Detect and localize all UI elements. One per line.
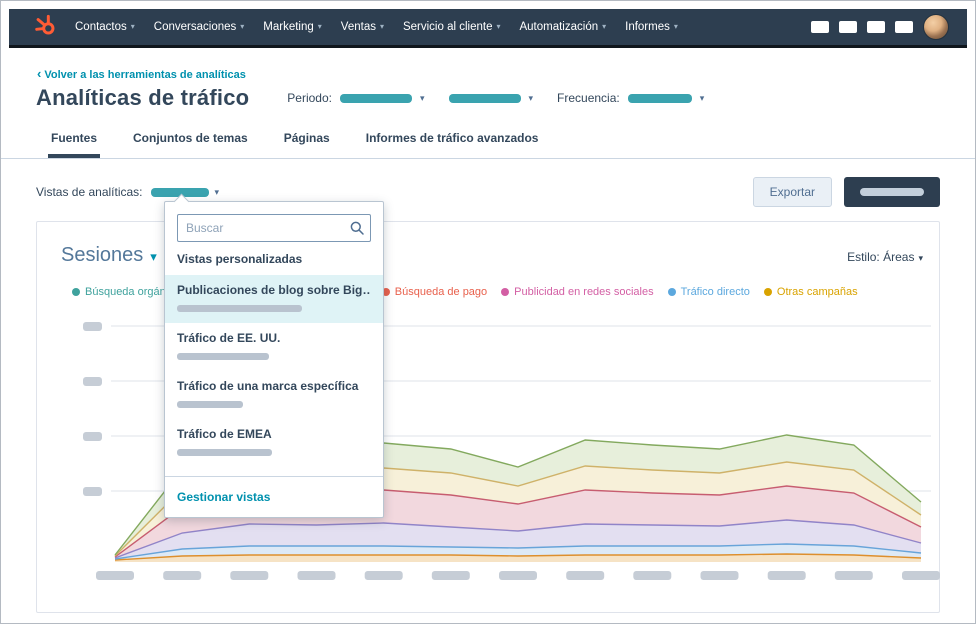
chevron-down-icon: ▾ (496, 22, 501, 31)
legend-item-trafico-directo[interactable]: Tráfico directo (667, 286, 750, 298)
navbar-icon-redacted[interactable] (811, 21, 829, 33)
legend-dot (72, 288, 80, 296)
report-title: Sesiones (61, 244, 144, 266)
redacted-view-subtitle (177, 449, 272, 456)
tab-conjuntos-de-temas[interactable]: Conjuntos de temas (133, 131, 248, 158)
manage-views-link[interactable]: Gestionar vistas (165, 476, 383, 517)
legend-dot (763, 288, 772, 296)
tab-fuentes[interactable]: Fuentes (47, 131, 101, 158)
report-title-dropdown[interactable]: Sesiones ▾ (61, 244, 157, 267)
chevron-down-icon: ▾ (918, 253, 923, 263)
period-end-select[interactable] (448, 93, 521, 103)
nav-automatizacion[interactable]: Automatización ▾ (519, 21, 606, 33)
frequency-select[interactable] (627, 93, 692, 103)
view-title: Tráfico de una marca específica (177, 379, 359, 393)
view-list: Publicaciones de blog sobre Big… Tráfico… (165, 275, 383, 467)
report-filters: Periodo: ▾ ▾ Frecuencia: ▾ (287, 91, 704, 105)
legend-label: Publicidad en redes sociales (514, 286, 654, 298)
back-link-label: Volver a las herramientas de analíticas (44, 69, 246, 81)
chevron-down-icon[interactable]: ▾ (700, 93, 705, 104)
chevron-down-icon[interactable]: ▾ (215, 187, 220, 198)
analytics-views-label: Vistas de analíticas: (36, 185, 143, 199)
back-link[interactable]: ‹ Volver a las herramientas de analíticas (37, 66, 975, 81)
chevron-down-icon[interactable]: ▾ (420, 93, 425, 104)
user-avatar[interactable] (923, 14, 949, 40)
view-item-publicaciones-blog[interactable]: Publicaciones de blog sobre Big… (165, 275, 383, 323)
primary-action-button[interactable] (844, 177, 940, 207)
style-picker[interactable]: Estilo: Áreas ▾ (847, 250, 923, 264)
legend-item-otras-campanas[interactable]: Otras campañas (763, 286, 858, 298)
nav-ventas[interactable]: Ventas ▾ (341, 21, 384, 33)
navbar-icon-redacted[interactable] (895, 21, 913, 33)
view-item-marca-especifica[interactable]: Tráfico de una marca específica (165, 371, 383, 419)
search-icon (349, 220, 365, 241)
redacted-view-subtitle (177, 401, 243, 408)
nav-servicio-al-cliente[interactable]: Servicio al cliente ▾ (403, 21, 501, 33)
legend-dot (501, 288, 510, 296)
redacted-view-subtitle (177, 305, 302, 312)
period-label: Periodo: (287, 91, 332, 105)
frequency-label: Frecuencia: (557, 91, 620, 105)
legend-label: Tráfico directo (680, 286, 750, 298)
page-title: Analíticas de tráfico (36, 85, 250, 110)
redacted-view-subtitle (177, 353, 269, 360)
redacted-button-label (860, 188, 924, 196)
tab-paginas[interactable]: Páginas (284, 131, 330, 158)
style-value: Áreas (883, 250, 915, 264)
analytics-views-dropdown: Vistas personalizadas Publicaciones de b… (164, 201, 384, 518)
legend-dot (667, 288, 676, 296)
main-nav: Contactos ▾ Conversaciones ▾ Marketing ▾ Ve… (75, 21, 678, 33)
top-navbar: Contactos ▾ Conversaciones ▾ Marketing ▾ Ve… (9, 9, 967, 45)
view-item-trafico-eeuu[interactable]: Tráfico de EE. UU. (165, 323, 383, 371)
navbar-right-actions (811, 14, 949, 40)
nav-marketing[interactable]: Marketing ▾ (263, 21, 322, 33)
app-window: Contactos ▾ Conversaciones ▾ Marketing ▾ Ve… (0, 0, 976, 624)
search-input[interactable] (177, 214, 371, 242)
style-label: Estilo: (847, 250, 880, 264)
custom-views-header: Vistas personalizadas (177, 252, 303, 266)
view-title: Tráfico de EE. UU. (177, 331, 281, 345)
page-header: Analíticas de tráfico Periodo: ▾ ▾ Frecu… (36, 85, 975, 111)
export-button[interactable]: Exportar (752, 177, 832, 207)
navbar-icon-redacted[interactable] (867, 21, 885, 33)
chevron-down-icon: ▾ (317, 22, 322, 31)
legend-label: Otras campañas (776, 286, 858, 298)
chevron-down-icon: ▾ (240, 22, 245, 31)
view-title: Tráfico de EMEA (177, 427, 272, 441)
chevron-down-icon: ▾ (673, 22, 678, 31)
legend-item-busqueda-de-pago[interactable]: Búsqueda de pago (381, 286, 488, 298)
chevron-left-icon: ‹ (37, 66, 42, 81)
view-item-trafico-emea[interactable]: Tráfico de EMEA (165, 419, 383, 467)
chevron-down-icon[interactable]: ▾ (529, 93, 534, 104)
nav-conversaciones[interactable]: Conversaciones ▾ (154, 21, 244, 33)
view-title: Publicaciones de blog sobre Big… (177, 283, 371, 297)
chevron-down-icon: ▾ (150, 249, 157, 264)
period-start-select[interactable] (339, 93, 412, 103)
legend-label: Búsqueda de pago (394, 286, 488, 298)
hubspot-logo-icon[interactable] (33, 14, 59, 40)
chevron-down-icon: ▾ (130, 22, 135, 31)
nav-contactos[interactable]: Contactos ▾ (75, 21, 135, 33)
legend-item-publicidad-redes[interactable]: Publicidad en redes sociales (501, 286, 654, 298)
tab-informes-avanzados[interactable]: Informes de tráfico avanzados (366, 131, 539, 158)
tabs-bar: Fuentes Conjuntos de temas Páginas Infor… (1, 131, 975, 159)
nav-informes[interactable]: Informes ▾ (625, 21, 678, 33)
chevron-down-icon: ▾ (602, 22, 607, 31)
chevron-down-icon: ▾ (379, 22, 384, 31)
navbar-divider (9, 45, 967, 48)
navbar-icon-redacted[interactable] (839, 21, 857, 33)
